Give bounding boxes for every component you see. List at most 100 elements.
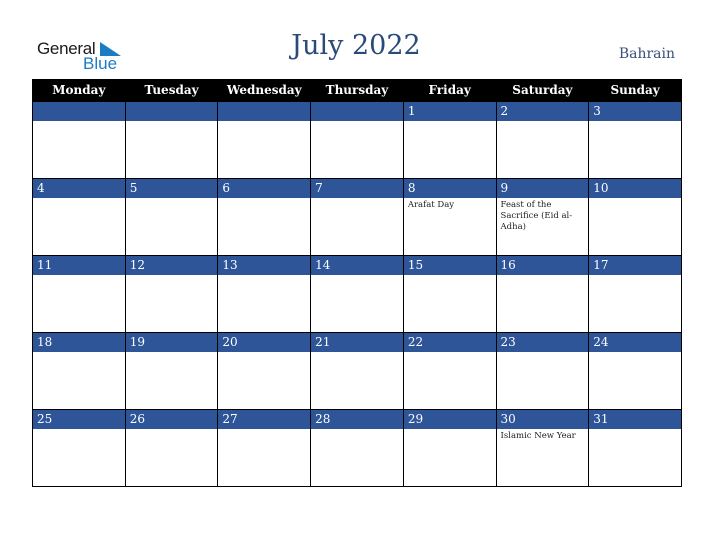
holiday-label [311, 275, 403, 277]
day-number: 25 [33, 410, 125, 429]
day-cell[interactable]: 31 [588, 409, 682, 487]
day-cell[interactable]: 4 [32, 178, 126, 256]
day-number [33, 102, 125, 121]
day-cell[interactable]: 27 [217, 409, 312, 487]
holiday-label [497, 352, 589, 354]
day-number: 2 [496, 102, 589, 121]
holiday-label [589, 352, 681, 354]
holiday-label [589, 198, 681, 200]
week-row: 11 12 13 14 15 16 17 [32, 255, 682, 333]
day-cell[interactable] [217, 101, 312, 179]
weekday-header-row: Monday Tuesday Wednesday Thursday Friday… [32, 79, 682, 102]
day-cell[interactable]: 10 [588, 178, 682, 256]
weekday-header: Sunday [588, 79, 682, 102]
day-cell[interactable]: 13 [217, 255, 312, 333]
holiday-label [311, 198, 403, 200]
day-cell[interactable]: 18 [32, 332, 126, 410]
day-cell[interactable]: 25 [32, 409, 126, 487]
day-cell[interactable]: 20 [217, 332, 312, 410]
day-cell[interactable]: 6 [217, 178, 312, 256]
weekday-header: Friday [402, 79, 497, 102]
holiday-label [33, 352, 125, 354]
day-cell[interactable]: 29 [402, 409, 497, 487]
weekday-header: Wednesday [217, 79, 312, 102]
day-cell[interactable]: 15 [402, 255, 497, 333]
holiday-label [311, 352, 403, 354]
day-cell[interactable]: 12 [124, 255, 219, 333]
day-number: 11 [33, 256, 125, 275]
holiday-label: Arafat Day [407, 200, 455, 210]
day-cell[interactable]: 3 [588, 101, 682, 179]
day-cell[interactable]: 2 [495, 101, 590, 179]
day-cell[interactable]: 22 [402, 332, 497, 410]
holiday-label [218, 198, 310, 200]
day-number: 19 [125, 333, 218, 352]
day-cell[interactable]: 19 [124, 332, 219, 410]
holiday-label [126, 275, 218, 277]
day-number: 31 [589, 410, 681, 429]
day-number [218, 102, 311, 121]
holiday-label [33, 121, 125, 123]
day-cell[interactable]: 24 [588, 332, 682, 410]
day-number: 17 [589, 256, 681, 275]
holiday-label [218, 275, 310, 277]
day-cell[interactable]: 5 [124, 178, 219, 256]
day-number: 30 [496, 410, 589, 429]
day-cell[interactable]: 21 [310, 332, 404, 410]
holiday-label [497, 275, 589, 277]
day-number: 15 [403, 256, 496, 275]
day-cell[interactable] [124, 101, 219, 179]
day-cell[interactable]: 7 [310, 178, 404, 256]
day-number: 23 [496, 333, 589, 352]
holiday-label [218, 121, 310, 123]
holiday-label [589, 429, 681, 431]
holiday-label [311, 121, 403, 123]
day-number: 8 [403, 179, 496, 198]
holiday-label [311, 429, 403, 431]
holiday-label [497, 121, 589, 123]
day-number: 4 [33, 179, 125, 198]
holiday-label [404, 352, 496, 354]
day-cell[interactable]: 28 [310, 409, 404, 487]
holiday-label [33, 198, 125, 200]
day-cell[interactable] [310, 101, 404, 179]
day-number: 6 [218, 179, 311, 198]
day-cell[interactable]: 14 [310, 255, 404, 333]
holiday-label [218, 352, 310, 354]
day-cell[interactable]: 16 [495, 255, 590, 333]
day-number: 22 [403, 333, 496, 352]
day-number: 26 [125, 410, 218, 429]
holiday-label [126, 121, 218, 123]
day-cell[interactable]: 8 Arafat Day [402, 178, 497, 256]
day-cell[interactable]: 9 Feast of the Sacrifice (Eid al-Adha) [495, 178, 590, 256]
day-number: 3 [589, 102, 681, 121]
day-number: 10 [589, 179, 681, 198]
day-cell[interactable]: 17 [588, 255, 682, 333]
day-cell[interactable]: 30 Islamic New Year [495, 409, 590, 487]
holiday-label [404, 121, 496, 123]
holiday-label [218, 429, 310, 431]
holiday-label [33, 275, 125, 277]
day-number: 27 [218, 410, 311, 429]
holiday-label [126, 352, 218, 354]
day-cell[interactable]: 26 [124, 409, 219, 487]
week-row: 123 [32, 101, 682, 179]
day-cell[interactable] [32, 101, 126, 179]
country-label: Bahrain [618, 46, 675, 62]
holiday-label [404, 429, 496, 431]
day-number: 18 [33, 333, 125, 352]
week-row: 18 19 20 21 22 23 24 [32, 332, 682, 410]
day-cell[interactable]: 23 [495, 332, 590, 410]
calendar-title: July 2022 [291, 30, 421, 61]
day-number: 20 [218, 333, 311, 352]
day-number: 24 [589, 333, 681, 352]
calendar-grid: Monday Tuesday Wednesday Thursday Friday… [32, 79, 682, 487]
weekday-header: Tuesday [124, 79, 219, 102]
holiday-label [404, 275, 496, 277]
day-number: 7 [311, 179, 403, 198]
day-number: 1 [403, 102, 496, 121]
day-cell[interactable]: 1 [402, 101, 497, 179]
week-row: 25 26 27 28 29 30 Islamic New Year 31 [32, 409, 682, 487]
week-row: 4 5 6 7 8 Arafat Day 9 Feast of the Sacrifice (… [32, 178, 682, 256]
day-cell[interactable]: 11 [32, 255, 126, 333]
